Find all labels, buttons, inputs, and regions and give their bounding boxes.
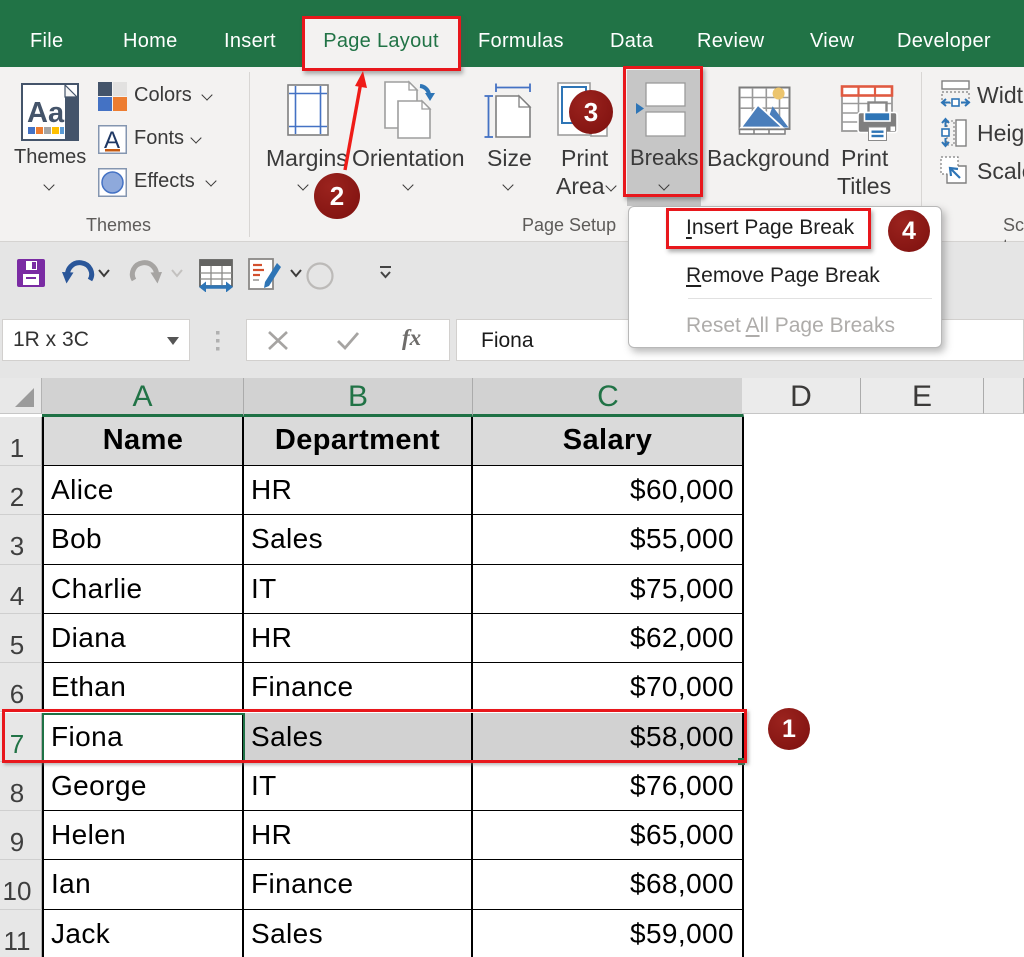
svg-text:Aa: Aa bbox=[27, 97, 65, 129]
